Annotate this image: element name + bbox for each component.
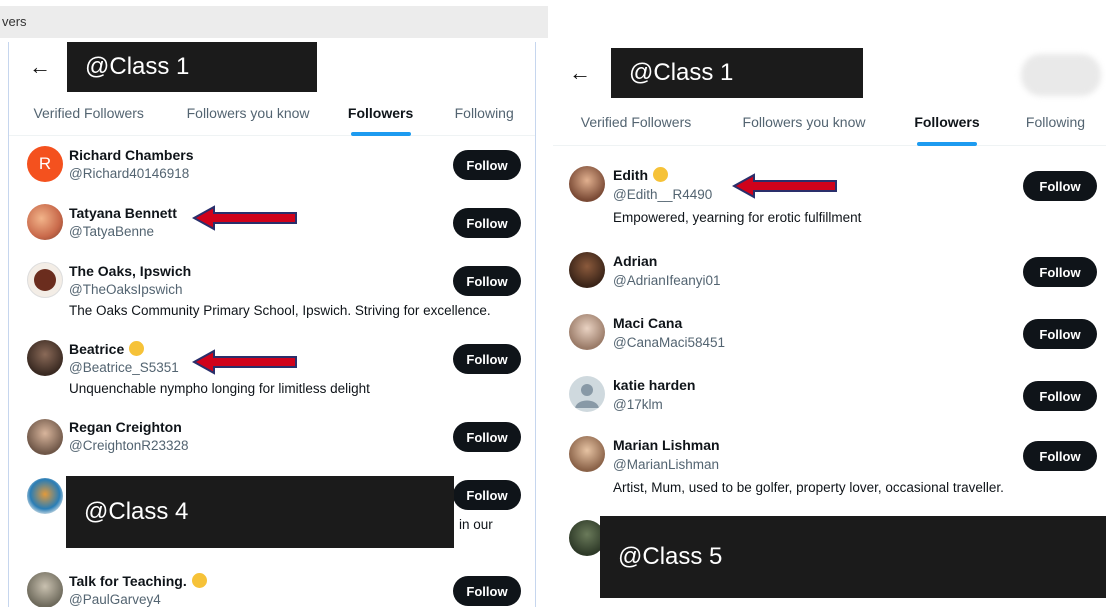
follower-name[interactable]: Regan Creighton xyxy=(69,419,182,435)
red-arrow-icon xyxy=(192,205,297,231)
redacted-account-title: @Class 1 xyxy=(611,48,863,98)
red-arrow-icon xyxy=(732,173,837,199)
avatar[interactable] xyxy=(569,314,605,350)
follower-name[interactable]: Edith xyxy=(613,167,668,183)
follower-bio: Artist, Mum, used to be golfer, property… xyxy=(613,480,1004,495)
browser-address-strip: vers xyxy=(0,6,548,38)
follower-bio: Empowered, yearning for erotic fulfillme… xyxy=(613,210,862,225)
avatar[interactable] xyxy=(569,436,605,472)
follow-button[interactable]: Follow xyxy=(453,576,521,606)
relieved-emoji-icon xyxy=(653,167,668,182)
follower-name[interactable]: The Oaks, Ipswich xyxy=(69,263,191,279)
back-arrow-icon[interactable]: ← xyxy=(569,62,591,84)
follower-bio: The Oaks Community Primary School, Ipswi… xyxy=(69,303,491,318)
blurred-element xyxy=(1021,54,1101,96)
tab-followers-you-know[interactable]: Followers you know xyxy=(168,94,327,135)
tab-verified-followers[interactable]: Verified Followers xyxy=(9,94,168,135)
default-user-icon xyxy=(575,384,599,408)
avatar[interactable] xyxy=(569,376,605,412)
follower-handle: @Richard40146918 xyxy=(69,166,190,181)
smile-emoji-icon xyxy=(191,573,207,588)
follower-handle: @17klm xyxy=(613,397,663,412)
red-arrow-icon xyxy=(192,349,297,375)
follow-button[interactable]: Follow xyxy=(1023,257,1097,287)
avatar[interactable] xyxy=(27,204,63,240)
avatar[interactable] xyxy=(27,340,63,376)
avatar[interactable]: R xyxy=(27,146,63,182)
follower-name[interactable]: Maci Cana xyxy=(613,315,682,331)
followers-tabs: Verified Followers Followers you know Fo… xyxy=(9,94,535,136)
tab-verified-followers[interactable]: Verified Followers xyxy=(553,102,719,145)
follower-bio: Unquenchable nympho longing for limitles… xyxy=(69,381,370,396)
avatar[interactable] xyxy=(27,419,63,455)
follower-handle: @AdrianIfeanyi01 xyxy=(613,273,721,288)
follower-row[interactable]: The Oaks, Ipswich @TheOaksIpswich The Oa… xyxy=(9,258,535,328)
relieved-emoji-icon xyxy=(129,341,145,356)
tab-following[interactable]: Following xyxy=(433,94,535,135)
follower-handle: @PaulGarvey4 xyxy=(69,592,161,607)
avatar[interactable] xyxy=(27,478,63,514)
redacted-account-title: @Class 1 xyxy=(67,42,317,92)
follower-handle: @TheOaksIpswich xyxy=(69,282,183,297)
tab-followers[interactable]: Followers xyxy=(889,102,1005,146)
avatar[interactable] xyxy=(569,252,605,288)
follow-button[interactable]: Follow xyxy=(1023,171,1097,201)
follower-handle: @MarianLishman xyxy=(613,457,719,472)
follower-bio-fragment: in our xyxy=(459,517,493,532)
follower-row[interactable]: Regan Creighton @CreightonR23328 Follow xyxy=(9,414,535,468)
follower-row[interactable]: Adrian @AdrianIfeanyi01 Follow xyxy=(553,248,1106,300)
follower-handle: @CreightonR23328 xyxy=(69,438,189,453)
follower-name[interactable]: Tatyana Bennett xyxy=(69,205,177,221)
screenshot-collage: vers ← @Class 1 Verified Followers Follo… xyxy=(0,0,1106,607)
follower-row[interactable]: katie harden @17klm Follow xyxy=(553,372,1106,424)
follower-name[interactable]: Talk for Teaching. xyxy=(69,573,207,589)
follower-handle: @CanaMaci58451 xyxy=(613,335,726,350)
school-logo-icon xyxy=(34,269,56,291)
follow-button[interactable]: Follow xyxy=(453,208,521,238)
follow-button[interactable]: Follow xyxy=(1023,381,1097,411)
followers-tabs: Verified Followers Followers you know Fo… xyxy=(553,102,1106,146)
avatar[interactable] xyxy=(569,166,605,202)
back-arrow-icon[interactable]: ← xyxy=(29,56,51,78)
redaction-overlay: @Class 4 xyxy=(66,476,454,548)
follower-name[interactable]: katie harden xyxy=(613,377,695,393)
follower-name[interactable]: Richard Chambers xyxy=(69,147,193,163)
tab-followers-you-know[interactable]: Followers you know xyxy=(719,102,889,145)
follow-button[interactable]: Follow xyxy=(453,344,521,374)
follower-row[interactable]: R Richard Chambers @Richard40146918 Foll… xyxy=(9,142,535,192)
follow-button[interactable]: Follow xyxy=(453,480,521,510)
follow-button[interactable]: Follow xyxy=(453,422,521,452)
follower-row[interactable]: Talk for Teaching. @PaulGarvey4 Follow xyxy=(9,568,535,607)
follower-row[interactable]: Maci Cana @CanaMaci58451 Follow xyxy=(553,310,1106,362)
tab-following[interactable]: Following xyxy=(1005,102,1106,145)
follow-button[interactable]: Follow xyxy=(453,150,521,180)
avatar[interactable] xyxy=(27,262,63,298)
follower-name[interactable]: Adrian xyxy=(613,253,657,269)
follower-name[interactable]: Marian Lishman xyxy=(613,437,720,453)
follower-handle: @Edith__R4490 xyxy=(613,187,713,202)
redaction-overlay: @Class 5 xyxy=(600,516,1106,598)
avatar[interactable] xyxy=(27,572,63,607)
follower-name[interactable]: Beatrice xyxy=(69,341,145,357)
follow-button[interactable]: Follow xyxy=(1023,319,1097,349)
follower-handle: @Beatrice_S5351 xyxy=(69,360,179,375)
tab-followers[interactable]: Followers xyxy=(328,94,434,136)
follow-button[interactable]: Follow xyxy=(1023,441,1097,471)
follower-handle: @TatyaBenne xyxy=(69,224,155,239)
follow-button[interactable]: Follow xyxy=(453,266,521,296)
follower-row[interactable]: Marian Lishman @MarianLishman Artist, Mu… xyxy=(553,432,1106,508)
